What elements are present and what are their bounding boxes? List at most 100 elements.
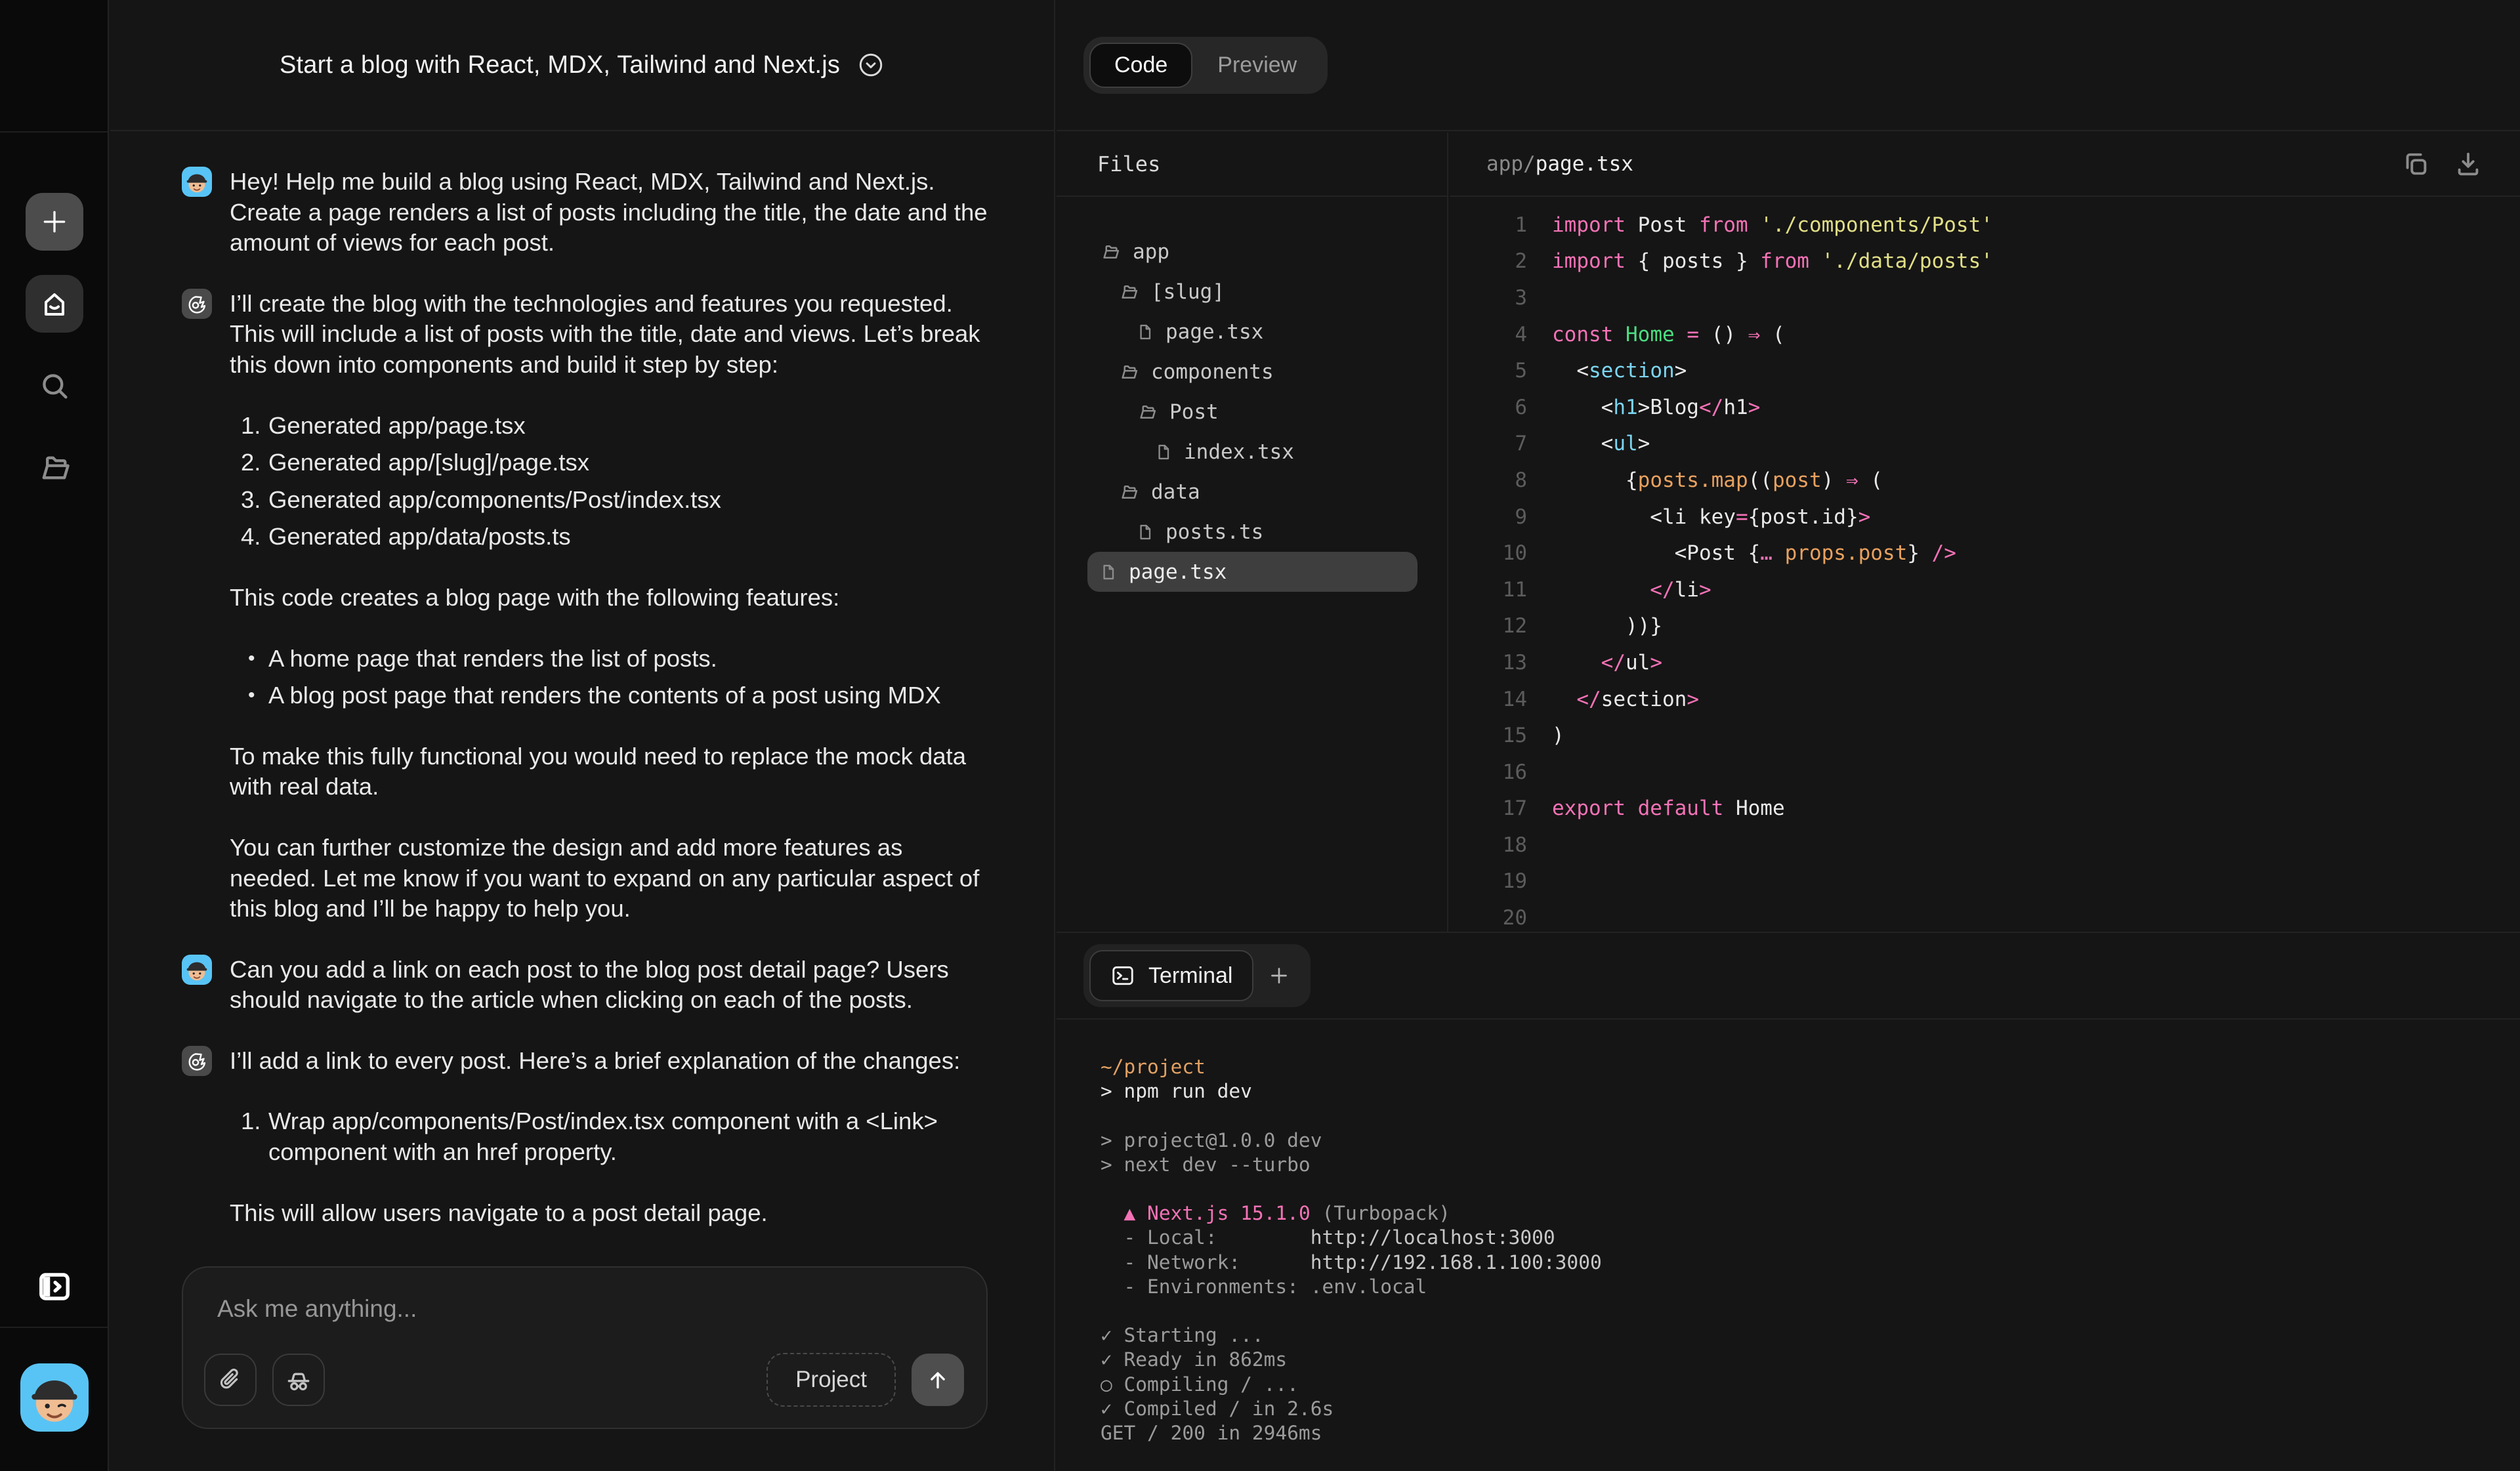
- files-panel-title: Files: [1057, 133, 1447, 197]
- message-paragraph: To make this fully functional you would …: [230, 741, 991, 802]
- attach-button[interactable]: [204, 1354, 257, 1406]
- tab-preview[interactable]: Preview: [1192, 43, 1322, 88]
- file-tree-item-posts.ts[interactable]: posts.ts: [1087, 512, 1418, 552]
- code-actions: [2401, 149, 2483, 179]
- terminal-line: - Environments: .env.local: [1101, 1275, 2520, 1299]
- list-item: 2.Generated app/[slug]/page.tsx: [230, 447, 991, 478]
- terminal-tab-group: Terminal: [1083, 944, 1311, 1007]
- message-paragraph: I’ll create the blog with the technologi…: [230, 289, 991, 381]
- terminal-tab[interactable]: Terminal: [1089, 950, 1253, 1001]
- file-tree-item-page.tsx[interactable]: page.tsx: [1087, 312, 1418, 352]
- editor-workspace: Files app[slug]page.tsxcomponentsPostind…: [1057, 133, 2520, 932]
- list-item: 1.Wrap app/components/Post/index.tsx com…: [230, 1106, 991, 1167]
- code-line: 13 </ul>: [1450, 644, 2520, 681]
- workspace-header: Code Preview: [1057, 0, 2520, 131]
- composer-toolbar: Project: [204, 1353, 964, 1407]
- search-button[interactable]: [26, 357, 83, 415]
- new-chat-button[interactable]: [26, 193, 83, 251]
- line-content: <h1>Blog</h1>: [1527, 396, 1760, 419]
- chat-panel: Start a blog with React, MDX, Tailwind a…: [110, 0, 1055, 1471]
- send-button[interactable]: [912, 1354, 964, 1406]
- code-editor[interactable]: 1import Post from './components/Post'2im…: [1450, 197, 2520, 932]
- terminal-tab-label: Terminal: [1148, 963, 1232, 989]
- message-body: Hey! Help me build a blog using React, M…: [230, 167, 991, 259]
- line-number: 16: [1450, 760, 1527, 784]
- message-list-block: 1.Generated app/page.tsx2.Generated app/…: [230, 411, 991, 552]
- terminal-output[interactable]: ~/project> npm run dev > project@1.0.0 d…: [1057, 1020, 2520, 1445]
- terminal-line: ○ Compiling / ...: [1101, 1373, 2520, 1397]
- terminal-line: > npm run dev: [1101, 1079, 2520, 1104]
- chat-message-assistant: I’ll create the blog with the technologi…: [182, 289, 1002, 924]
- copy-icon[interactable]: [2401, 149, 2431, 179]
- line-content: </li>: [1527, 578, 1712, 602]
- tab-code[interactable]: Code: [1089, 43, 1192, 88]
- file-tree-item-Post[interactable]: Post: [1087, 392, 1418, 432]
- terminal-line: ▲ Next.js 15.1.0 (Turbopack): [1101, 1201, 2520, 1226]
- code-line: 19: [1450, 863, 2520, 900]
- home-button[interactable]: [26, 275, 83, 333]
- file-tree-item-components[interactable]: components: [1087, 352, 1418, 392]
- download-icon[interactable]: [2453, 149, 2483, 179]
- line-number: 4: [1450, 323, 1527, 346]
- code-line: 15): [1450, 717, 2520, 754]
- paperclip-icon: [217, 1366, 244, 1394]
- code-line: 3: [1450, 280, 2520, 316]
- code-line: 20: [1450, 900, 2520, 932]
- message-body: Can you add a link on each post to the b…: [230, 955, 991, 1016]
- message-paragraph: You can further customize the design and…: [230, 833, 991, 924]
- line-content: const Home = () ⇒ (: [1527, 323, 1785, 346]
- line-number: 9: [1450, 505, 1527, 529]
- chat-header: Start a blog with React, MDX, Tailwind a…: [110, 0, 1054, 131]
- user-avatar[interactable]: [20, 1363, 89, 1432]
- code-line: 6 <h1>Blog</h1>: [1450, 389, 2520, 426]
- message-paragraph: I’ll add a link to every post. Here’s a …: [230, 1046, 991, 1077]
- file-tree: app[slug]page.tsxcomponentsPostindex.tsx…: [1057, 197, 1447, 592]
- terminal-line: GET / 200 in 2946ms: [1101, 1421, 2520, 1445]
- file-tree-item-page.tsx[interactable]: page.tsx: [1087, 552, 1418, 592]
- file-icon: [1099, 562, 1118, 583]
- file-tree-item-app[interactable]: app: [1087, 232, 1418, 272]
- file-tree-item-data[interactable]: data: [1087, 472, 1418, 512]
- project-button[interactable]: Project: [766, 1353, 896, 1407]
- file-tree-item-index.tsx[interactable]: index.tsx: [1087, 432, 1418, 472]
- folder-icon: [1118, 362, 1140, 382]
- file-tree-item-[slug][interactable]: [slug]: [1087, 272, 1418, 312]
- chevron-down-circle-icon[interactable]: [857, 51, 885, 79]
- line-content: <ul>: [1527, 432, 1650, 455]
- sidebar-toggle-button[interactable]: [37, 1269, 72, 1304]
- workspace-panel: Code Preview Files app[slug]page.tsxcomp…: [1057, 0, 2520, 1471]
- line-number: 8: [1450, 468, 1527, 492]
- memoji-avatar-icon: [182, 955, 212, 985]
- projects-button[interactable]: [26, 439, 83, 497]
- files-panel: Files app[slug]page.tsxcomponentsPostind…: [1057, 133, 1448, 932]
- line-number: 3: [1450, 286, 1527, 310]
- line-content: </section>: [1527, 688, 1699, 711]
- code-line: 1import Post from './components/Post': [1450, 207, 2520, 243]
- line-number: 1: [1450, 213, 1527, 237]
- sidebar-divider: [0, 131, 108, 133]
- folder-icon: [1099, 242, 1122, 262]
- message-paragraph: This code creates a blog page with the f…: [230, 583, 991, 613]
- terminal-panel: Terminal ~/project> npm run dev > projec…: [1057, 932, 2520, 1471]
- code-line: 14 </section>: [1450, 681, 2520, 718]
- code-line: 5 <section>: [1450, 352, 2520, 389]
- terminal-line: > project@1.0.0 dev: [1101, 1129, 2520, 1153]
- home-icon: [39, 288, 70, 320]
- code-panel: app/page.tsx 1import Post from './comp: [1450, 133, 2520, 932]
- view-toggle: Code Preview: [1083, 37, 1328, 94]
- line-content: <Post {… props.post} />: [1527, 541, 1956, 565]
- message-body: I’ll create the blog with the technologi…: [230, 289, 991, 924]
- new-terminal-button[interactable]: [1253, 950, 1305, 1001]
- terminal-icon: [1110, 963, 1135, 988]
- chat-message-user: Hey! Help me build a blog using React, M…: [182, 167, 1002, 259]
- list-item: •A home page that renders the list of po…: [230, 644, 991, 674]
- code-line: 16: [1450, 754, 2520, 791]
- comet-icon: [186, 293, 208, 315]
- arrow-up-icon: [925, 1367, 951, 1393]
- chat-message-assistant: I’ll add a link to every post. Here’s a …: [182, 1046, 1002, 1228]
- incognito-button[interactable]: [272, 1354, 325, 1406]
- chat-input[interactable]: [217, 1295, 952, 1346]
- terminal-line: - Network: http://192.168.1.100:3000: [1101, 1251, 2520, 1275]
- terminal-line: - Local: http://localhost:3000: [1101, 1226, 2520, 1250]
- line-number: 11: [1450, 578, 1527, 602]
